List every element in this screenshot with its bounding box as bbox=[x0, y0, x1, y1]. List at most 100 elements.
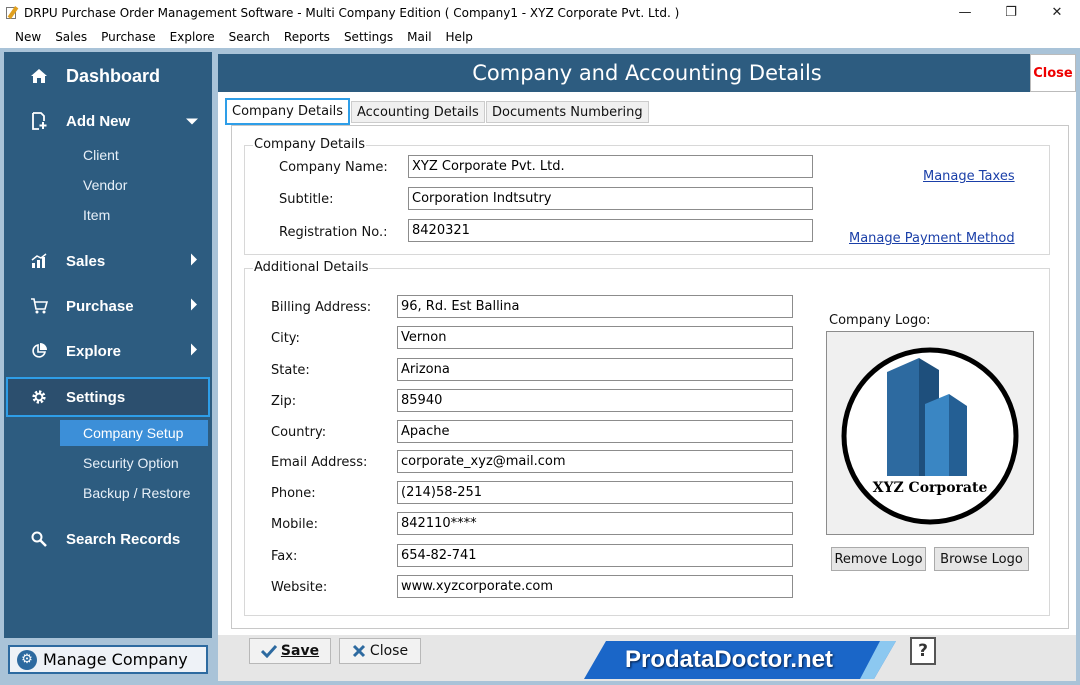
tab-documents-numbering[interactable]: Documents Numbering bbox=[486, 101, 649, 123]
sidebar-item-add-new[interactable]: Add New bbox=[4, 102, 212, 140]
mobile-input[interactable]: 842110**** bbox=[397, 512, 793, 535]
sidebar-label-add-new: Add New bbox=[66, 112, 131, 130]
sidebar-label-search-records: Search Records bbox=[66, 530, 181, 548]
zip-label: Zip: bbox=[271, 394, 297, 409]
manage-company-button[interactable]: ⚙ Manage Company bbox=[8, 645, 208, 674]
sidebar-item-client[interactable]: Client bbox=[4, 142, 212, 168]
save-button[interactable]: Save bbox=[249, 638, 331, 664]
zip-input[interactable]: 85940 bbox=[397, 389, 793, 412]
tab-company-details[interactable]: Company Details bbox=[225, 98, 351, 125]
add-document-icon bbox=[29, 111, 49, 131]
company-logo-box: XYZ Corporate bbox=[826, 331, 1034, 535]
chart-icon bbox=[29, 251, 49, 271]
additional-details-group: Additional Details Billing Address: 96, … bbox=[244, 260, 1050, 616]
sidebar-item-explore[interactable]: Explore bbox=[4, 332, 212, 370]
brand-banner: ProdataDoctor.net bbox=[584, 641, 896, 679]
website-input[interactable]: www.xyzcorporate.com bbox=[397, 575, 793, 598]
tab-page-company-details: Company Details Company Name: XYZ Corpor… bbox=[231, 125, 1069, 629]
app-icon bbox=[5, 5, 19, 20]
main-frame: Dashboard Add New Client Vendor Item Sal… bbox=[0, 48, 1080, 685]
sidebar-label-explore: Explore bbox=[66, 342, 122, 360]
billing-address-label: Billing Address: bbox=[271, 300, 372, 315]
close-icon bbox=[352, 644, 365, 658]
company-name-label: Company Name: bbox=[279, 160, 388, 175]
company-name-input[interactable]: XYZ Corporate Pvt. Ltd. bbox=[408, 155, 813, 178]
menu-settings[interactable]: Settings bbox=[337, 30, 400, 44]
phone-input[interactable]: (214)58-251 bbox=[397, 481, 793, 504]
close-label: Close bbox=[369, 643, 409, 659]
pie-chart-icon bbox=[29, 341, 49, 361]
city-input[interactable]: Vernon bbox=[397, 326, 793, 349]
sidebar-label-purchase: Purchase bbox=[66, 297, 134, 315]
tab-accounting-details[interactable]: Accounting Details bbox=[351, 101, 485, 123]
fax-label: Fax: bbox=[271, 549, 298, 564]
gear-icon: ⚙ bbox=[17, 649, 37, 670]
state-input[interactable]: Arizona bbox=[397, 358, 793, 381]
help-button[interactable]: ? bbox=[910, 637, 936, 665]
close-window-button[interactable]: ✕ bbox=[1034, 0, 1080, 25]
email-label: Email Address: bbox=[271, 455, 368, 470]
menu-bar: New Sales Purchase Explore Search Report… bbox=[0, 25, 1080, 48]
sidebar-item-purchase[interactable]: Purchase bbox=[4, 287, 212, 325]
close-panel-button[interactable]: Close bbox=[1030, 54, 1076, 92]
company-logo-label: Company Logo: bbox=[829, 313, 931, 328]
menu-purchase[interactable]: Purchase bbox=[94, 30, 163, 44]
save-label: Save bbox=[280, 643, 320, 659]
menu-sales[interactable]: Sales bbox=[48, 30, 94, 44]
company-details-group: Company Details Company Name: XYZ Corpor… bbox=[244, 137, 1050, 255]
phone-label: Phone: bbox=[271, 486, 316, 501]
registration-input[interactable]: 8420321 bbox=[408, 219, 813, 242]
window-title: DRPU Purchase Order Management Software … bbox=[24, 5, 680, 20]
sidebar-label-dashboard: Dashboard bbox=[66, 65, 161, 86]
chevron-right-icon bbox=[190, 343, 198, 360]
logo-text: XYZ Corporate bbox=[873, 480, 988, 496]
menu-mail[interactable]: Mail bbox=[400, 30, 438, 44]
sidebar-item-search-records[interactable]: Search Records bbox=[4, 520, 212, 558]
mobile-label: Mobile: bbox=[271, 517, 319, 532]
sidebar-label-settings: Settings bbox=[66, 388, 126, 406]
subtitle-label: Subtitle: bbox=[279, 192, 334, 207]
sidebar: Dashboard Add New Client Vendor Item Sal… bbox=[4, 52, 212, 638]
sidebar-item-company-setup[interactable]: Company Setup bbox=[60, 420, 208, 446]
sidebar-item-vendor[interactable]: Vendor bbox=[4, 172, 212, 198]
title-bar: DRPU Purchase Order Management Software … bbox=[0, 0, 1080, 25]
menu-explore[interactable]: Explore bbox=[163, 30, 222, 44]
menu-new[interactable]: New bbox=[8, 30, 48, 44]
subtitle-input[interactable]: Corporation Indtsutry bbox=[408, 187, 813, 210]
menu-help[interactable]: Help bbox=[439, 30, 480, 44]
brand-text: ProdataDoctor.net bbox=[624, 646, 834, 673]
sidebar-label-sales: Sales bbox=[66, 252, 106, 270]
city-label: City: bbox=[271, 331, 300, 346]
email-input[interactable]: corporate_xyz@mail.com bbox=[397, 450, 793, 473]
menu-reports[interactable]: Reports bbox=[277, 30, 337, 44]
page-title: Company and Accounting Details bbox=[472, 61, 822, 85]
sidebar-item-item[interactable]: Item bbox=[4, 202, 212, 228]
menu-search[interactable]: Search bbox=[222, 30, 277, 44]
manage-taxes-link[interactable]: Manage Taxes bbox=[923, 169, 1015, 184]
chevron-right-icon bbox=[190, 253, 198, 270]
billing-address-input[interactable]: 96, Rd. Est Ballina bbox=[397, 295, 793, 318]
manage-payment-method-link[interactable]: Manage Payment Method bbox=[849, 231, 1015, 246]
gear-icon bbox=[29, 387, 49, 407]
remove-logo-button[interactable]: Remove Logo bbox=[831, 547, 926, 571]
manage-company-label: Manage Company bbox=[43, 650, 188, 669]
website-label: Website: bbox=[271, 580, 328, 595]
checkmark-icon bbox=[260, 644, 277, 658]
sidebar-item-security-option[interactable]: Security Option bbox=[4, 450, 212, 476]
country-input[interactable]: Apache bbox=[397, 420, 793, 443]
chevron-down-icon bbox=[186, 113, 198, 130]
fax-input[interactable]: 654-82-741 bbox=[397, 544, 793, 567]
home-icon bbox=[29, 66, 49, 86]
sidebar-item-backup-restore[interactable]: Backup / Restore bbox=[4, 480, 212, 506]
close-button[interactable]: Close bbox=[339, 638, 421, 664]
company-logo-image: XYZ Corporate bbox=[841, 347, 1019, 525]
footer-bar: Save Close ProdataDoctor.net ? bbox=[218, 635, 1076, 681]
sidebar-item-dashboard[interactable]: Dashboard bbox=[4, 57, 212, 95]
sidebar-item-sales[interactable]: Sales bbox=[4, 242, 212, 280]
company-details-group-label: Company Details bbox=[253, 137, 367, 152]
sidebar-item-settings[interactable]: Settings bbox=[6, 377, 210, 417]
browse-logo-button[interactable]: Browse Logo bbox=[934, 547, 1029, 571]
minimize-button[interactable]: — bbox=[942, 0, 988, 25]
maximize-button[interactable]: ❐ bbox=[988, 0, 1034, 25]
window-controls: — ❐ ✕ bbox=[942, 0, 1080, 25]
